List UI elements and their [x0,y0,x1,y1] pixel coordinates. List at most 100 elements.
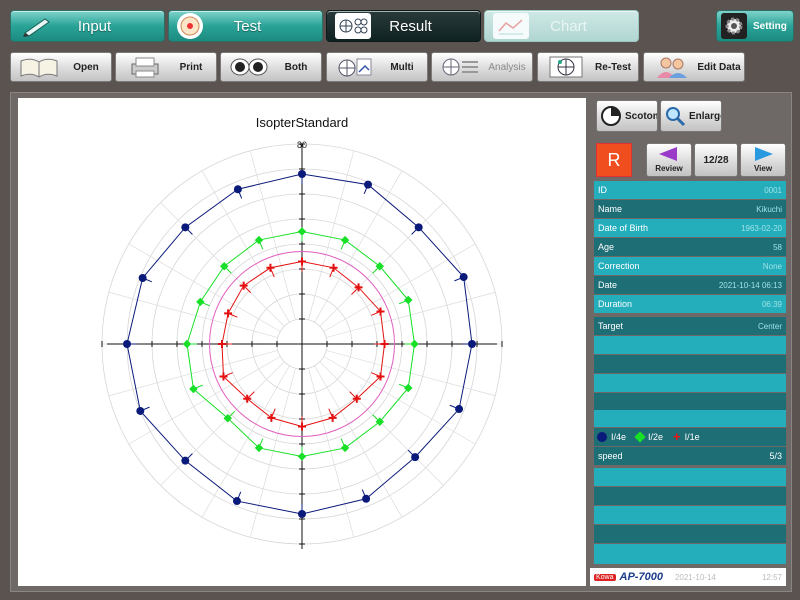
review-label: Review [655,164,683,173]
data-point [340,443,350,453]
legend-i2e: I/2e [648,432,664,442]
data-point [233,185,242,194]
setting-label: Setting [753,20,787,32]
empty-row [594,410,786,427]
info-value: Kikuchi [756,204,782,214]
info-value: 2021-10-14 06:13 [718,280,782,290]
info-label: Target [598,321,624,331]
page-number: 12/28 [703,154,729,166]
enlarge-button[interactable]: Enlarge [660,100,722,132]
tab-input[interactable]: Input [10,10,165,42]
analysis-label: Analysis [488,61,526,73]
data-point [380,340,389,348]
tab-chart-label: Chart [550,17,587,35]
gear-icon [721,13,747,39]
scotoma-button[interactable]: Scotoma [596,100,658,132]
eye-indicator: R [596,143,632,177]
empty-row [594,525,786,543]
both-label: Both [284,61,308,73]
review-button[interactable]: Review [646,143,692,177]
grid-spoke [128,243,281,332]
data-point [455,405,464,414]
info-value: Center [757,321,782,331]
grid-spoke [308,368,355,538]
empty-row [594,336,786,354]
triangle-right-icon [749,147,777,164]
print-button[interactable]: Print [115,52,217,82]
vector-arrow [243,285,252,294]
info-row-duration: Duration 06:39 [594,295,786,313]
eyes-icon [227,54,271,80]
legend-diamond-marker [634,431,646,443]
isopter-plot-area: IsopterStandard 80 [18,98,586,586]
empty-row [594,506,786,524]
info-row-id: ID 0001 [594,181,786,199]
tab-result[interactable]: Result [326,10,481,42]
grid-spoke [201,170,290,323]
setting-button[interactable]: Setting [716,10,794,42]
grid-spoke [128,356,281,445]
device-footer: Kowa AP-7000 2021-10-14 12:57 [590,568,786,586]
tab-test-label: Test [233,17,262,35]
polar-grid [101,143,503,549]
info-value: 58 [773,242,782,252]
info-row-target: Target Center [594,317,786,335]
data-point [410,339,419,349]
data-point [266,263,275,272]
chart-title: IsopterStandard [256,115,349,130]
open-button[interactable]: Open [10,52,112,82]
info-row-age: Age 58 [594,238,786,256]
footer-time: 12:57 [761,572,782,582]
grid-spoke [323,356,476,445]
pen-icon [19,13,55,39]
retest-label: Re-Test [595,61,631,73]
page-indicator: 12/28 [694,143,738,177]
info-row-date: Date 2021-10-14 06:13 [594,276,786,294]
multi-icon [333,54,377,80]
people-icon [650,54,694,80]
open-label: Open [73,61,99,73]
info-value: 1963-02-20 [741,223,782,233]
data-point [224,309,233,318]
analysis-button[interactable]: Analysis [431,52,533,82]
speed-row: speed 5/3 [594,447,786,465]
data-point [297,227,307,236]
legend-i4e: I/4e [611,432,627,442]
enlarge-label: Enlarge [689,110,721,122]
multi-button[interactable]: Multi [326,52,428,82]
scotoma-icon [600,104,622,128]
grid-icon [335,13,371,39]
vector-arrow [349,391,358,400]
tab-test[interactable]: Test [168,10,323,42]
retest-button[interactable]: Re-Test [537,52,639,82]
target-icon [177,13,203,39]
grid-spoke [249,150,296,320]
data-point [364,180,373,189]
legend-cross-marker: + [673,429,681,444]
tab-chart[interactable]: Chart [484,10,639,42]
multi-label: Multi [390,61,414,73]
data-point [298,257,306,266]
view-label: View [753,164,773,173]
data-point [182,339,192,349]
data-point [411,453,420,462]
view-button[interactable]: View [740,143,786,177]
edit-data-button[interactable]: Edit Data [643,52,745,82]
scotoma-label: Scotoma [625,110,657,122]
retest-icon [544,54,588,80]
info-row-dob: Date of Birth 1963-02-20 [594,219,786,237]
data-point [298,510,306,518]
empty-row [594,374,786,392]
vector-arrow [246,391,255,400]
both-button[interactable]: Both [220,52,322,82]
speed-value: 5/3 [769,451,782,461]
data-point [362,494,371,503]
info-label: Duration [598,299,633,309]
grid-spoke [323,243,476,332]
grid-spoke [201,365,290,518]
info-row-name: Name Kikuchi [594,200,786,218]
empty-row [594,468,786,486]
info-value: 0001 [764,185,782,195]
data-point [468,340,476,348]
magnifier-icon [664,104,686,128]
